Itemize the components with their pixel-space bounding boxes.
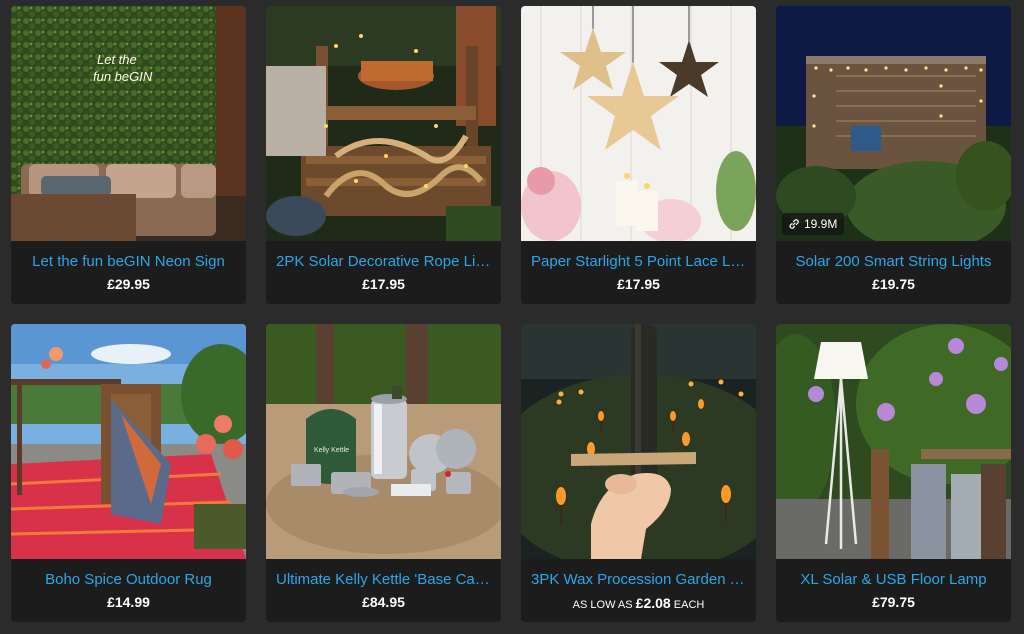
price-prefix: AS LOW AS — [572, 599, 633, 611]
price-suffix: EACH — [673, 599, 705, 611]
product-title[interactable]: 3PK Wax Procession Garden Torches — [531, 571, 746, 589]
product-image[interactable] — [776, 324, 1011, 559]
product-image[interactable]: Kelly Kettle — [266, 324, 501, 559]
product-image[interactable]: 19.9M — [776, 6, 1011, 241]
svg-text:Kelly Kettle: Kelly Kettle — [314, 447, 349, 454]
product-price: £79.75 — [872, 594, 915, 610]
product-grid: Let the fun beGIN Let the fun beGIN Neon… — [11, 6, 1011, 622]
product-title[interactable]: XL Solar & USB Floor Lamp — [786, 571, 1001, 589]
price-value: £2.08 — [635, 595, 671, 611]
product-price: £19.75 — [872, 276, 915, 292]
product-price: £14.99 — [107, 594, 150, 610]
product-card[interactable]: XL Solar & USB Floor Lamp £79.75 — [776, 324, 1011, 622]
product-price: £17.95 — [617, 276, 660, 292]
product-card[interactable]: Kelly Kettle Ultimate Kelly Kettle 'Base… — [266, 324, 501, 622]
neon-sign-line-2: fun beGIN — [93, 69, 153, 84]
product-card[interactable]: Boho Spice Outdoor Rug £14.99 — [11, 324, 246, 622]
product-image[interactable] — [521, 6, 756, 241]
product-title[interactable]: Boho Spice Outdoor Rug — [21, 571, 236, 589]
product-card[interactable]: 19.9M Solar 200 Smart String Lights £19.… — [776, 6, 1011, 304]
product-card[interactable]: 3PK Wax Procession Garden Torches AS LOW… — [521, 324, 756, 622]
product-title[interactable]: Solar 200 Smart String Lights — [786, 253, 1001, 271]
product-card[interactable]: Paper Starlight 5 Point Lace Lanterns £1… — [521, 6, 756, 304]
product-image[interactable] — [11, 324, 246, 559]
views-count: 19.9M — [804, 217, 838, 231]
link-icon — [789, 219, 799, 229]
product-price: AS LOW AS £2.08 EACH — [521, 596, 756, 613]
product-image[interactable] — [266, 6, 501, 241]
product-title[interactable]: Ultimate Kelly Kettle 'Base Camp' Kit — [276, 571, 491, 589]
product-title[interactable]: Let the fun beGIN Neon Sign — [21, 253, 236, 271]
product-image[interactable]: Let the fun beGIN — [11, 6, 246, 241]
product-title[interactable]: 2PK Solar Decorative Rope Lights — [276, 253, 491, 271]
neon-sign-line-1: Let the — [97, 52, 137, 67]
product-image[interactable] — [521, 324, 756, 559]
product-title[interactable]: Paper Starlight 5 Point Lace Lanterns — [531, 253, 746, 271]
product-price: £29.95 — [107, 276, 150, 292]
product-price: £84.95 — [362, 594, 405, 610]
product-card[interactable]: 2PK Solar Decorative Rope Lights £17.95 — [266, 6, 501, 304]
views-badge: 19.9M — [782, 213, 845, 235]
product-card[interactable]: Let the fun beGIN Let the fun beGIN Neon… — [11, 6, 246, 304]
product-price: £17.95 — [362, 276, 405, 292]
